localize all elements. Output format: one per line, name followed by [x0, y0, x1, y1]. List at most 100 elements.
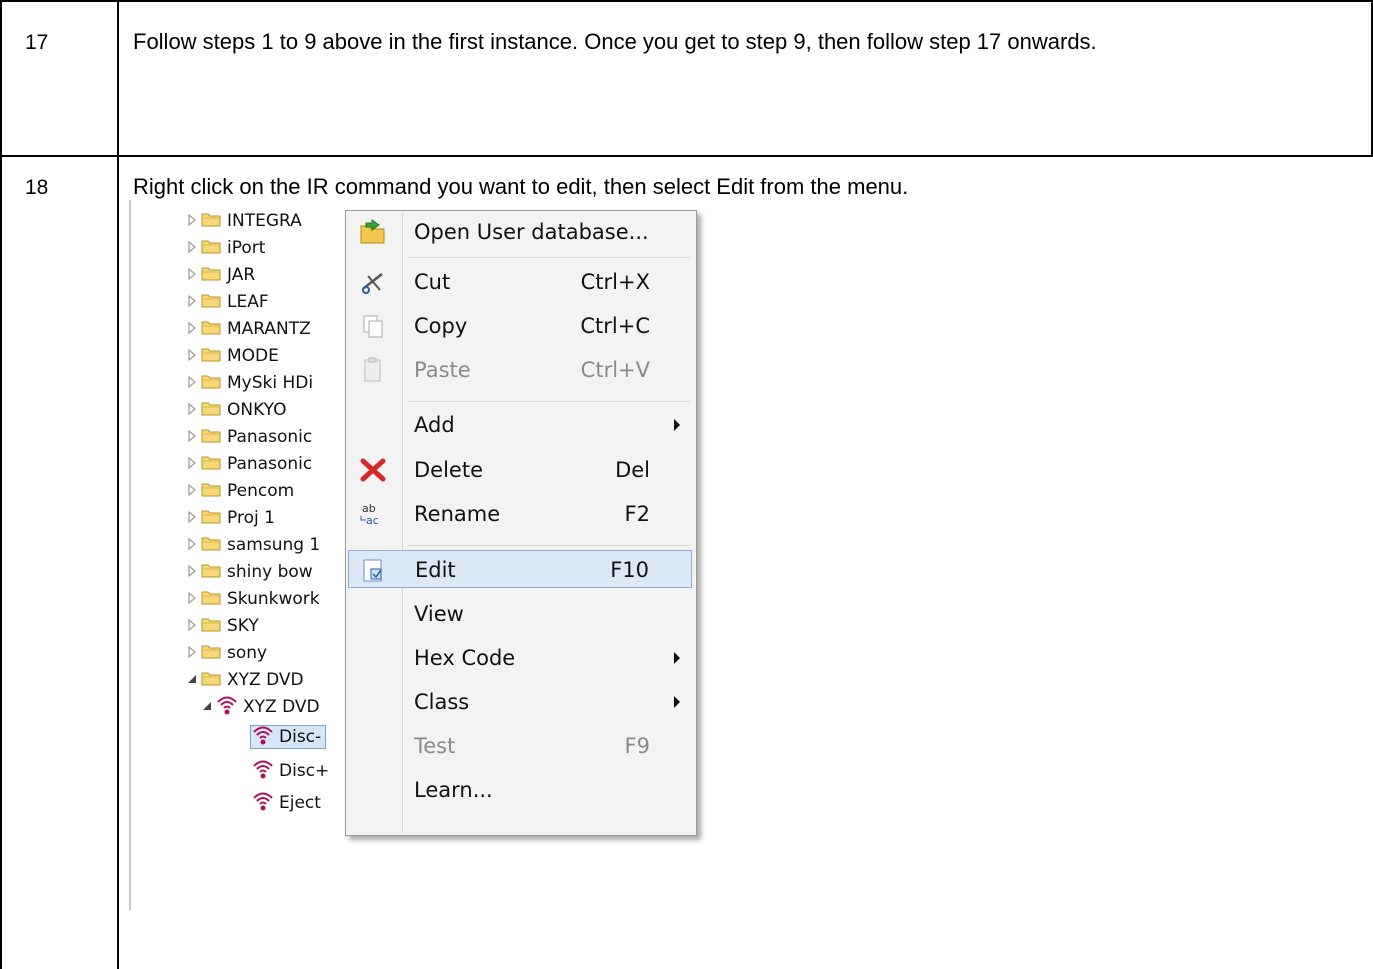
tree-folder[interactable]: MARANTZ [187, 318, 311, 340]
tree-folder-label: sony [227, 643, 268, 663]
table-border-top [0, 0, 1373, 2]
folder-icon [201, 292, 221, 313]
tree-folder-label: MODE [227, 346, 279, 366]
tree-folder-label: MySki HDi [227, 373, 314, 393]
cut-icon [358, 268, 388, 296]
menu-item-label: Hex Code [414, 646, 516, 670]
tree-folder[interactable]: XYZ DVD [187, 669, 304, 691]
menu-item-delete[interactable]: Delete Del [348, 451, 692, 489]
collapsed-arrow-icon[interactable] [187, 265, 197, 285]
collapsed-arrow-icon[interactable] [187, 508, 197, 528]
tree-folder-label: MARANTZ [227, 319, 311, 339]
menu-separator [408, 545, 690, 546]
step-text: Follow steps 1 to 9 above in the first i… [133, 29, 1097, 54]
folder-icon [201, 589, 221, 610]
tree-command[interactable]: Disc- [249, 725, 327, 749]
tree-folder[interactable]: iPort [187, 237, 265, 259]
menu-item-hex-code[interactable]: Hex Code [348, 639, 692, 677]
menu-item-test[interactable]: Test F9 [348, 727, 692, 765]
tree-folder[interactable]: Proj 1 [187, 507, 275, 529]
open-database-icon [358, 218, 388, 246]
tree-folder[interactable]: Panasonic [187, 453, 312, 475]
tree-folder[interactable]: JAR [187, 264, 255, 286]
collapsed-arrow-icon[interactable] [187, 373, 197, 393]
tree-folder-label: Panasonic [227, 427, 313, 447]
tree-folder-label: samsung 1 [227, 535, 321, 555]
folder-icon [201, 508, 221, 529]
folder-icon [201, 616, 221, 637]
folder-icon [201, 211, 221, 232]
tree-folder[interactable]: Panasonic [187, 426, 312, 448]
collapsed-arrow-icon[interactable] [187, 211, 197, 231]
tree-folder-label: INTEGRA [227, 211, 302, 231]
collapsed-arrow-icon[interactable] [187, 562, 197, 582]
tree-folder[interactable]: ONKYO [187, 399, 286, 421]
tree-folder[interactable]: shiny bow [187, 561, 313, 583]
collapsed-arrow-icon[interactable] [187, 535, 197, 555]
infrared-icon [251, 757, 275, 786]
expanded-arrow-icon[interactable] [187, 670, 197, 690]
folder-icon [201, 427, 221, 448]
tree-folder-label: Panasonic [227, 454, 313, 474]
collapsed-arrow-icon[interactable] [187, 643, 197, 663]
panel-border [129, 200, 131, 910]
tree-command[interactable]: Disc+ [251, 760, 329, 782]
menu-item-cut[interactable]: Cut Ctrl+X [348, 263, 692, 301]
menu-item-learn[interactable]: Learn... [348, 771, 692, 809]
menu-item-label: Class [414, 690, 470, 714]
edit-icon [359, 556, 389, 584]
menu-item-shortcut: Ctrl+X [580, 270, 650, 294]
collapsed-arrow-icon[interactable] [187, 292, 197, 312]
tree-command[interactable]: Eject [251, 792, 321, 814]
menu-item-label: Open User database... [414, 220, 649, 244]
tree-folder[interactable]: INTEGRA [187, 210, 302, 232]
folder-icon [201, 562, 221, 583]
tree-folder[interactable]: sony [187, 642, 267, 664]
expanded-arrow-icon[interactable] [202, 697, 212, 717]
folder-icon [201, 643, 221, 664]
tree-folder[interactable]: MySki HDi [187, 372, 313, 394]
tree-folder[interactable]: Pencom [187, 480, 294, 502]
menu-item-paste[interactable]: Paste Ctrl+V [348, 351, 692, 389]
menu-item-label: Test [414, 734, 456, 758]
menu-separator [408, 401, 690, 402]
menu-item-label: Paste [414, 358, 471, 382]
collapsed-arrow-icon[interactable] [187, 400, 197, 420]
tree-command-label: Disc+ [279, 761, 330, 781]
tree-folder[interactable]: SKY [187, 615, 259, 637]
folder-icon [201, 535, 221, 556]
collapsed-arrow-icon[interactable] [187, 481, 197, 501]
tree-folder[interactable]: Skunkwork [187, 588, 320, 610]
tree-folder[interactable]: samsung 1 [187, 534, 320, 556]
folder-icon [201, 346, 221, 367]
menu-item-open-user-database[interactable]: Open User database... [348, 213, 692, 251]
menu-item-rename[interactable]: ab ac Rename F2 [348, 495, 692, 533]
collapsed-arrow-icon[interactable] [187, 319, 197, 339]
menu-item-shortcut: Del [615, 458, 650, 482]
menu-item-view[interactable]: View [348, 595, 692, 633]
menu-item-edit[interactable]: Edit F10 [348, 550, 692, 588]
copy-icon [358, 312, 388, 340]
tree-folder-label: ONKYO [227, 400, 287, 420]
submenu-arrow-icon [674, 419, 680, 431]
submenu-arrow-icon [674, 696, 680, 708]
tree-folder[interactable]: MODE [187, 345, 279, 367]
submenu-arrow-icon [674, 652, 680, 664]
collapsed-arrow-icon[interactable] [187, 427, 197, 447]
menu-item-add[interactable]: Add [348, 406, 692, 444]
tree-device[interactable]: XYZ DVD [202, 696, 320, 718]
menu-item-class[interactable]: Class [348, 683, 692, 721]
collapsed-arrow-icon[interactable] [187, 616, 197, 636]
menu-item-shortcut: Ctrl+C [580, 314, 650, 338]
collapsed-arrow-icon[interactable] [187, 346, 197, 366]
folder-icon [201, 265, 221, 286]
collapsed-arrow-icon[interactable] [187, 454, 197, 474]
collapsed-arrow-icon[interactable] [187, 589, 197, 609]
menu-item-copy[interactable]: Copy Ctrl+C [348, 307, 692, 345]
menu-item-shortcut: F10 [610, 558, 649, 582]
tree-folder[interactable]: LEAF [187, 291, 269, 313]
collapsed-arrow-icon[interactable] [187, 238, 197, 258]
folder-icon [201, 373, 221, 394]
tree-folder-label: SKY [227, 616, 259, 636]
step-number: 17 [25, 31, 49, 54]
